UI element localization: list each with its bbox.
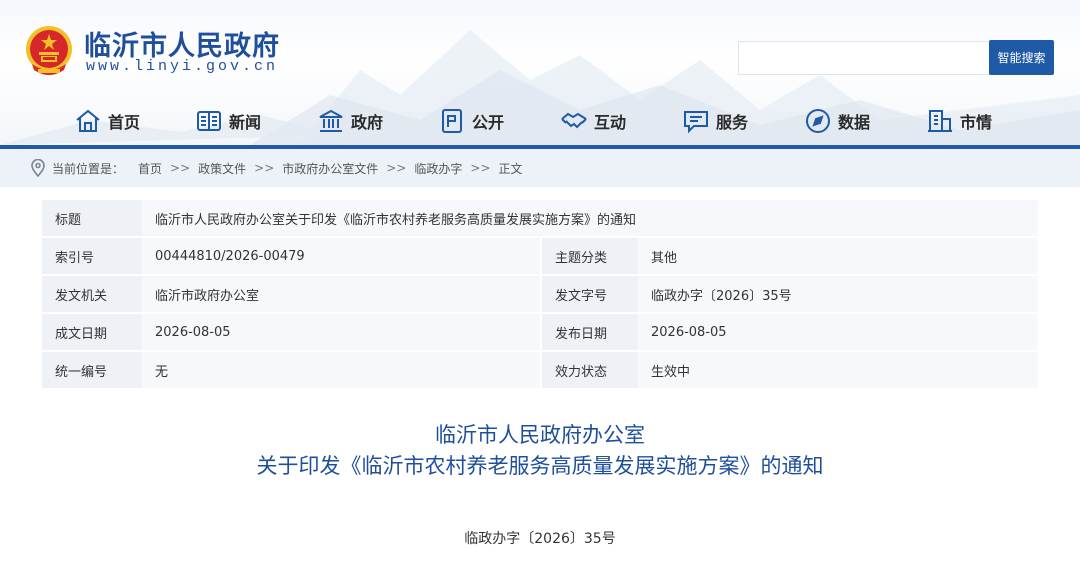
document-title-line1: 临沂市人民政府办公室 (435, 423, 645, 447)
service-chat-icon (684, 111, 708, 134)
breadcrumb-item-policy[interactable]: 政策文件 (198, 160, 246, 177)
info-docno-value: 临政办字〔2026〕35号 (638, 276, 1038, 314)
nav-label: 服务 (716, 113, 749, 132)
home-icon (76, 109, 100, 132)
breadcrumb-separator: >> (254, 161, 275, 175)
search-input[interactable] (738, 41, 990, 75)
table-row: 标题 临沂市人民政府办公室关于印发《临沂市农村养老服务高质量发展实施方案》的通知 (42, 200, 1038, 238)
nav-item-home[interactable]: 首页 (74, 104, 140, 138)
smart-search-button[interactable]: 智能搜索 (989, 40, 1054, 75)
info-code-value: 无 (142, 352, 540, 390)
document-info-table: 标题 临沂市人民政府办公室关于印发《临沂市农村养老服务高质量发展实施方案》的通知… (42, 200, 1038, 390)
nav-label: 政府 (351, 113, 384, 132)
handshake-icon (561, 112, 587, 129)
info-key: 成文日期 (42, 314, 142, 352)
nav-label: 首页 (108, 113, 141, 132)
info-key: 发文字号 (540, 276, 638, 314)
main-nav: 首页 新闻 政府 公开 互动 服务 数据 市情 (0, 98, 1080, 144)
nav-label: 市情 (960, 113, 993, 132)
nav-item-data[interactable]: 数据 (804, 104, 870, 138)
location-pin-icon (31, 159, 45, 177)
breadcrumb-item-current[interactable]: 正文 (499, 160, 523, 177)
info-published-value: 2026-08-05 (638, 314, 1038, 352)
breadcrumb-separator: >> (170, 161, 191, 175)
info-key: 发布日期 (540, 314, 638, 352)
national-emblem-icon (26, 26, 72, 75)
city-building-icon (928, 110, 952, 132)
newspaper-icon (197, 111, 221, 131)
nav-item-services[interactable]: 服务 (682, 104, 748, 138)
info-created-value: 2026-08-05 (142, 314, 540, 352)
nav-label: 互动 (594, 113, 627, 132)
breadcrumb-item-home[interactable]: 首页 (138, 160, 162, 177)
document-title-line2: 关于印发《临沂市农村养老服务高质量发展实施方案》的通知 (256, 454, 824, 478)
nav-label: 新闻 (229, 113, 262, 132)
info-key: 统一编号 (42, 352, 142, 390)
info-topic-value: 其他 (638, 238, 1038, 276)
breadcrumb: 当前位置是： 首页 >> 政策文件 >> 市政府办公室文件 >> 临政办字 >>… (0, 149, 1080, 187)
info-index-value: 00444810/2026-00479 (142, 238, 540, 276)
table-row: 发文机关 临沂市政府办公室 发文字号 临政办字〔2026〕35号 (42, 276, 1038, 314)
info-key: 发文机关 (42, 276, 142, 314)
nav-item-interaction[interactable]: 互动 (560, 104, 626, 138)
breadcrumb-item-category[interactable]: 临政办字 (414, 160, 462, 177)
document-number: 临政办字〔2026〕35号 (464, 531, 616, 547)
table-row: 索引号 00444810/2026-00479 主题分类 其他 (42, 238, 1038, 276)
nav-item-disclosure[interactable]: 公开 (438, 104, 504, 138)
nav-label: 数据 (838, 113, 871, 132)
document-title: 临沂市人民政府办公室 关于印发《临沂市农村养老服务高质量发展实施方案》的通知 (0, 420, 1080, 482)
info-key: 索引号 (42, 238, 142, 276)
table-row: 统一编号 无 效力状态 生效中 (42, 352, 1038, 390)
info-key: 标题 (42, 200, 142, 238)
site-url: www.linyi.gov.cn (86, 58, 279, 75)
nav-item-government[interactable]: 政府 (317, 104, 383, 138)
breadcrumb-label: 当前位置是： (52, 161, 125, 176)
info-key: 效力状态 (540, 352, 638, 390)
info-key: 主题分类 (540, 238, 638, 276)
table-row: 成文日期 2026-08-05 发布日期 2026-08-05 (42, 314, 1038, 352)
nav-item-city-info[interactable]: 市情 (926, 104, 992, 138)
disclosure-icon (442, 109, 462, 133)
info-issuer-value: 临沂市政府办公室 (142, 276, 540, 314)
info-title-value: 临沂市人民政府办公室关于印发《临沂市农村养老服务高质量发展实施方案》的通知 (142, 200, 1038, 238)
government-building-icon (319, 109, 343, 132)
nav-label: 公开 (472, 113, 505, 132)
breadcrumb-item-office-docs[interactable]: 市政府办公室文件 (282, 160, 378, 177)
breadcrumb-separator: >> (386, 161, 407, 175)
breadcrumb-separator: >> (470, 161, 491, 175)
data-compass-icon (806, 109, 830, 133)
site-header: 临沂市人民政府 www.linyi.gov.cn 智能搜索 首页 新闻 政府 公… (0, 0, 1080, 145)
info-status-value: 生效中 (638, 352, 1038, 390)
nav-item-news[interactable]: 新闻 (195, 104, 261, 138)
